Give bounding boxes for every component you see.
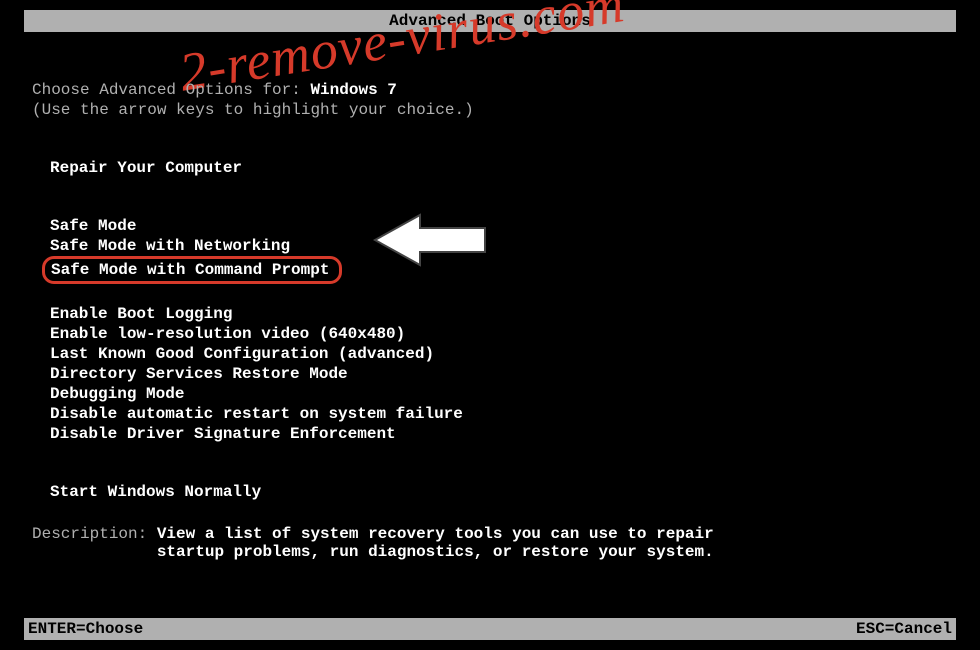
description-text-1: View a list of system recovery tools you… [157, 525, 714, 543]
choose-line: Choose Advanced Options for: Windows 7 [32, 80, 948, 100]
menu-group-2: Enable Boot Logging Enable low-resolutio… [50, 304, 948, 444]
menu-disable-auto-restart[interactable]: Disable automatic restart on system fail… [50, 404, 948, 424]
hint-line: (Use the arrow keys to highlight your ch… [32, 100, 948, 120]
menu-disable-driver-sig[interactable]: Disable Driver Signature Enforcement [50, 424, 948, 444]
description-label: Description: [32, 525, 157, 543]
title-bar: Advanced Boot Options [24, 10, 956, 32]
menu-safe-mode-cmd-highlight[interactable]: Safe Mode with Command Prompt [42, 256, 342, 284]
menu-debugging[interactable]: Debugging Mode [50, 384, 948, 404]
footer-bar: ENTER=Choose ESC=Cancel [24, 618, 956, 640]
footer-esc: ESC=Cancel [856, 618, 952, 640]
repair-item[interactable]: Repair Your Computer [50, 159, 242, 177]
menu-group-1: Safe Mode Safe Mode with Networking Safe… [50, 216, 948, 284]
main-content: Choose Advanced Options for: Windows 7 (… [32, 80, 948, 502]
menu-boot-logging[interactable]: Enable Boot Logging [50, 304, 948, 324]
menu-start-normally[interactable]: Start Windows Normally [50, 482, 948, 502]
menu-group-3: Start Windows Normally [50, 482, 948, 502]
annotation-arrow-icon [370, 210, 490, 270]
footer-enter: ENTER=Choose [28, 618, 143, 640]
menu-safe-mode[interactable]: Safe Mode [50, 216, 948, 236]
menu-ds-restore[interactable]: Directory Services Restore Mode [50, 364, 948, 384]
menu-last-known-good[interactable]: Last Known Good Configuration (advanced) [50, 344, 948, 364]
choose-prefix: Choose Advanced Options for: [32, 81, 310, 99]
repair-section[interactable]: Repair Your Computer [50, 158, 948, 178]
description-block: Description: View a list of system recov… [32, 525, 948, 561]
menu-safe-mode-networking[interactable]: Safe Mode with Networking [50, 236, 948, 256]
os-name: Windows 7 [310, 81, 396, 99]
menu-safe-mode-cmd-wrap[interactable]: Safe Mode with Command Prompt [50, 256, 948, 284]
menu-low-res[interactable]: Enable low-resolution video (640x480) [50, 324, 948, 344]
description-text-2: startup problems, run diagnostics, or re… [157, 543, 714, 561]
